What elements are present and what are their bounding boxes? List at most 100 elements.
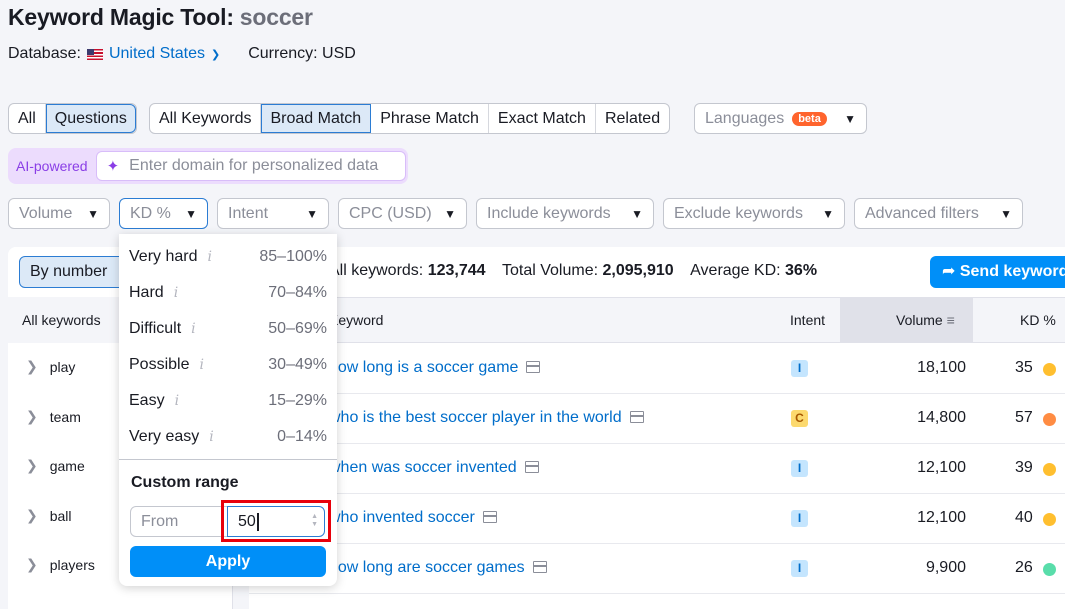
group-item[interactable]: ❯ game: [26, 457, 85, 474]
sparkle-icon: ✦: [106, 158, 120, 175]
tab-exact-match[interactable]: Exact Match: [489, 104, 596, 133]
filter-kd[interactable]: KD % ▼: [119, 198, 208, 229]
group-item[interactable]: ❯ play: [26, 358, 75, 375]
keywords-count: 123,744: [427, 262, 486, 279]
intent-badge: C: [791, 410, 808, 427]
kd-option-easy[interactable]: Easy i 15–29%: [129, 392, 327, 410]
info-icon[interactable]: i: [174, 285, 178, 301]
serp-icon[interactable]: [526, 361, 541, 373]
group-item[interactable]: ❯ players: [26, 556, 95, 573]
beta-badge: beta: [792, 111, 827, 126]
table-row: when was soccer invented I 12,100 39: [249, 444, 1065, 494]
kd-option-range: 15–29%: [268, 392, 327, 409]
kd-option-possible[interactable]: Possible i 30–49%: [129, 356, 327, 374]
filter-cpc[interactable]: CPC (USD) ▼: [338, 198, 467, 229]
apply-button[interactable]: Apply: [130, 546, 326, 577]
group-item[interactable]: ❯ ball: [26, 507, 72, 524]
filter-include-keywords[interactable]: Include keywords ▼: [476, 198, 654, 229]
chevron-down-icon: ▼: [87, 206, 99, 221]
kd-value: 39: [1015, 459, 1033, 476]
chevron-down-icon: ▼: [444, 206, 456, 221]
filter-label: Intent: [228, 204, 269, 222]
group-label: play: [49, 358, 76, 375]
volume-value: 14,800: [917, 409, 966, 426]
kd-option-difficult[interactable]: Difficult i 50–69%: [129, 320, 327, 338]
total-volume-label: Total Volume:: [502, 262, 599, 279]
languages-dropdown[interactable]: Languages beta ▼: [694, 103, 867, 134]
keyword-link[interactable]: how long is a soccer game: [329, 359, 541, 377]
kd-value: 35: [1015, 359, 1033, 376]
menu-divider: [119, 459, 337, 460]
serp-icon[interactable]: [524, 461, 539, 473]
database-selector[interactable]: United States: [109, 45, 205, 63]
serp-icon[interactable]: [482, 511, 497, 523]
intent-badge: I: [791, 360, 808, 377]
info-icon[interactable]: i: [175, 393, 179, 409]
keyword-text: who invented soccer: [329, 509, 475, 526]
serp-icon[interactable]: [629, 411, 644, 423]
filter-label: KD %: [130, 204, 171, 222]
tab-broad-match[interactable]: Broad Match: [261, 104, 372, 133]
tab-related[interactable]: Related: [596, 104, 669, 133]
match-tabs: All Keywords Broad Match Phrase Match Ex…: [149, 103, 671, 134]
info-icon[interactable]: i: [209, 429, 213, 445]
kd-option-very-easy[interactable]: Very easy i 0–14%: [129, 428, 327, 446]
kd-option-label: Very easy: [129, 428, 200, 445]
filter-intent[interactable]: Intent ▼: [217, 198, 329, 229]
group-item[interactable]: ❯ team: [26, 408, 81, 425]
kd-option-label: Hard: [129, 284, 164, 301]
tab-all-keywords[interactable]: All Keywords: [150, 104, 262, 133]
table-row: who is the best soccer player in the wor…: [249, 394, 1065, 444]
info-icon[interactable]: i: [199, 357, 203, 373]
highlight-box: [221, 500, 331, 542]
group-label: team: [49, 408, 81, 425]
serp-icon[interactable]: [532, 561, 547, 573]
col-volume[interactable]: Volume ≡: [896, 312, 955, 328]
question-toggle: All Questions: [8, 103, 137, 134]
currency-label: Currency: USD: [248, 45, 356, 62]
filter-advanced[interactable]: Advanced filters ▼: [854, 198, 1023, 229]
info-icon[interactable]: i: [207, 249, 211, 265]
filter-exclude-keywords[interactable]: Exclude keywords ▼: [663, 198, 845, 229]
domain-input[interactable]: ✦ Enter domain for personalized data: [95, 151, 406, 181]
keyword-link[interactable]: who is the best soccer player in the wor…: [329, 409, 644, 427]
domain-input-placeholder: Enter domain for personalized data: [129, 157, 379, 174]
toggle-questions[interactable]: Questions: [45, 104, 136, 133]
keywords-count-label: All keywords:: [329, 262, 424, 279]
kd-option-hard[interactable]: Hard i 70–84%: [129, 284, 327, 302]
average-kd: 36%: [785, 262, 818, 279]
kd-option-very-hard[interactable]: Very hard i 85–100%: [129, 248, 327, 266]
kd-indicator-dot: [1043, 513, 1056, 526]
us-flag-icon: [86, 48, 103, 60]
keyword-text: who is the best soccer player in the wor…: [329, 409, 622, 426]
kd-option-range: 30–49%: [268, 356, 327, 373]
col-keyword[interactable]: Keyword: [329, 312, 383, 328]
sort-icon: ≡: [946, 312, 955, 328]
group-label: ball: [49, 507, 72, 524]
info-icon[interactable]: i: [191, 321, 195, 337]
kd-value: 57: [1015, 409, 1033, 426]
title-text: Keyword Magic Tool:: [8, 4, 234, 30]
filter-volume[interactable]: Volume ▼: [8, 198, 110, 229]
keyword-link[interactable]: how long are soccer games: [329, 559, 547, 577]
col-kd[interactable]: KD %: [1020, 312, 1056, 328]
filter-label: CPC (USD): [349, 204, 432, 222]
tab-phrase-match[interactable]: Phrase Match: [371, 104, 489, 133]
kd-from-input[interactable]: From: [130, 506, 230, 537]
languages-label: Languages: [705, 109, 785, 127]
page-title: Keyword Magic Tool: soccer: [8, 4, 313, 31]
send-keywords-button[interactable]: ➦ Send keywords: [930, 256, 1065, 288]
keyword-link[interactable]: who invented soccer: [329, 509, 497, 527]
share-arrow-icon: ➦: [942, 263, 956, 280]
intent-badge: I: [791, 510, 808, 527]
chevron-right-icon: ❯: [26, 556, 38, 572]
chevron-down-icon[interactable]: ❯: [211, 48, 220, 61]
col-intent[interactable]: Intent: [790, 312, 825, 328]
kd-option-label: Easy: [129, 392, 165, 409]
ai-powered-label: AI-powered: [16, 158, 88, 174]
group-label: players: [49, 556, 95, 573]
chevron-down-icon: ▼: [822, 206, 834, 221]
toggle-all[interactable]: All: [9, 104, 46, 133]
keyword-link[interactable]: when was soccer invented: [329, 459, 539, 477]
kd-option-range: 50–69%: [268, 320, 327, 337]
